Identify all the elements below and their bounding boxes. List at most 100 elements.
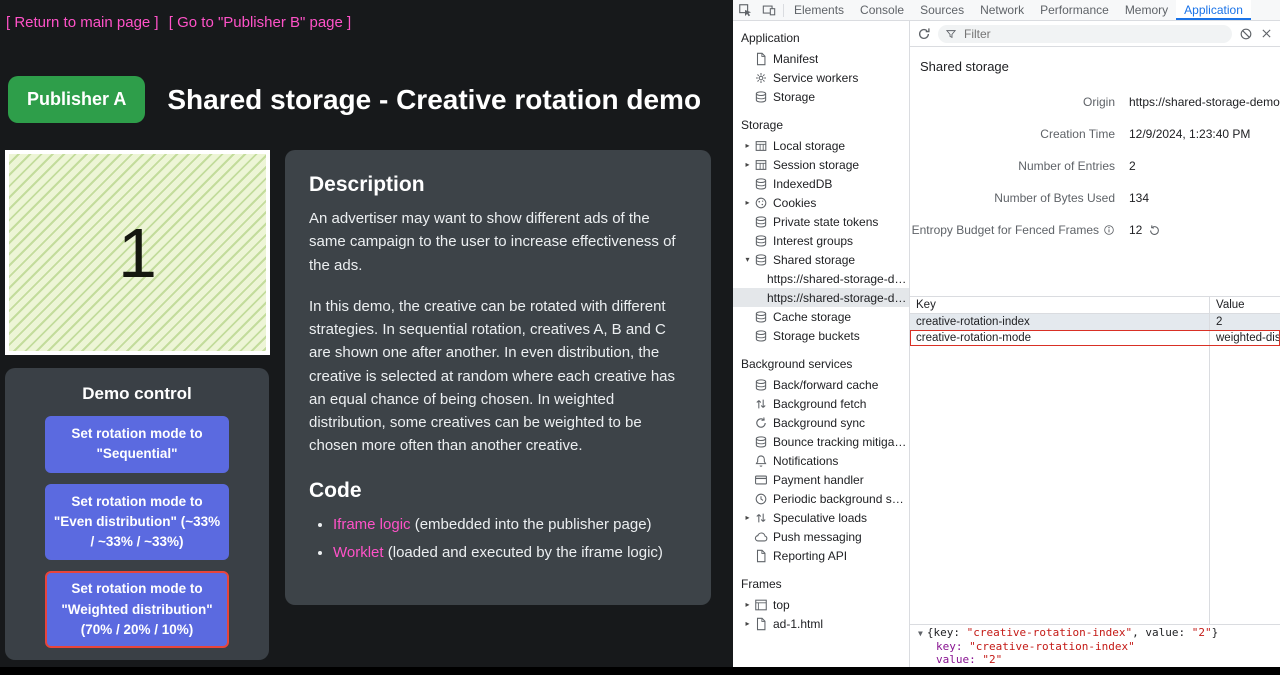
expand-arrow-icon: ▸ (741, 619, 754, 628)
page-title: Shared storage - Creative rotation demo (167, 84, 701, 116)
sidebar-item-notifications[interactable]: Notifications (733, 451, 909, 470)
code-list: Iframe logic (embedded into the publishe… (309, 513, 687, 565)
column-header-value[interactable]: Value (1210, 297, 1280, 313)
devtools-body: Application Manifest Service workers Sto… (733, 21, 1280, 667)
tab-elements[interactable]: Elements (786, 0, 852, 20)
metadata-row: Number of Entries 2 (910, 150, 1280, 182)
sidebar-item-shared-storage-origin-2[interactable]: https://shared-storage-d… (733, 288, 909, 307)
sidebar-item-periodic-background-sync[interactable]: Periodic background s… (733, 489, 909, 508)
section-frames: Frames ▸top ▸ad-1.html (733, 572, 909, 633)
tab-memory[interactable]: Memory (1117, 0, 1176, 20)
sidebar-item-indexeddb[interactable]: IndexedDB (733, 174, 909, 193)
storage-items-table: Key Value creative-rotation-index 2 crea… (910, 296, 1280, 624)
sidebar-item-background-sync[interactable]: Background sync (733, 413, 909, 432)
table-row[interactable]: creative-rotation-index 2 (910, 314, 1280, 330)
set-sequential-button[interactable]: Set rotation mode to "Sequential" (45, 416, 229, 473)
expand-triangle-icon[interactable]: ▼ (918, 629, 923, 638)
table-row[interactable]: creative-rotation-mode weighted-distribu… (910, 330, 1280, 346)
description-paragraph-2: In this demo, the creative can be rotate… (309, 295, 687, 458)
iframe-logic-link[interactable]: Iframe logic (333, 516, 411, 533)
up-down-arrows-icon (754, 511, 768, 525)
sidebar-item-local-storage[interactable]: ▸Local storage (733, 136, 909, 155)
bell-icon (754, 454, 768, 468)
sidebar-item-shared-storage[interactable]: ▾Shared storage (733, 250, 909, 269)
database-icon (754, 177, 768, 191)
sidebar-item-push-messaging[interactable]: Push messaging (733, 527, 909, 546)
sidebar-item-private-state-tokens[interactable]: Private state tokens (733, 212, 909, 231)
sidebar-item-reporting-api[interactable]: Reporting API (733, 546, 909, 565)
tab-network[interactable]: Network (972, 0, 1032, 20)
metadata-label: Number of Bytes Used (910, 191, 1115, 205)
demo-control-title: Demo control (5, 384, 269, 404)
sidebar-item-service-workers[interactable]: Service workers (733, 68, 909, 87)
section-title: Frames (733, 572, 909, 595)
sidebar-item-frame-ad1[interactable]: ▸ad-1.html (733, 614, 909, 633)
sidebar-item-frame-top[interactable]: ▸top (733, 595, 909, 614)
sidebar-item-storage[interactable]: Storage (733, 87, 909, 106)
entries-count-value: 2 (1129, 159, 1280, 173)
database-icon (754, 90, 768, 104)
tab-performance[interactable]: Performance (1032, 0, 1117, 20)
sidebar-item-shared-storage-origin-1[interactable]: https://shared-storage-d… (733, 269, 909, 288)
info-icon (1103, 224, 1115, 236)
page-header: Publisher A Shared storage - Creative ro… (8, 76, 701, 123)
screen: [ Return to main page ] [ Go to "Publish… (0, 0, 1280, 675)
entry-preview-pane: ▼{key: "creative-rotation-index", value:… (910, 624, 1280, 667)
sidebar-item-bounce-tracking[interactable]: Bounce tracking mitiga… (733, 432, 909, 451)
panel-content: Shared storage Origin https://shared-sto… (910, 47, 1280, 624)
sidebar-item-background-fetch[interactable]: Background fetch (733, 394, 909, 413)
inspect-element-icon[interactable] (733, 0, 757, 20)
tab-console[interactable]: Console (852, 0, 912, 20)
demo-control-panel: Demo control Set rotation mode to "Seque… (5, 368, 269, 660)
bytes-used-value: 134 (1129, 191, 1280, 205)
collapse-arrow-icon: ▾ (741, 255, 754, 264)
document-icon (754, 549, 768, 563)
set-weighted-distribution-button[interactable]: Set rotation mode to "Weighted distribut… (45, 571, 229, 648)
card-icon (754, 473, 768, 487)
expand-arrow-icon: ▸ (741, 198, 754, 207)
column-header-key[interactable]: Key (910, 297, 1210, 313)
device-toolbar-icon[interactable] (757, 0, 781, 20)
publisher-b-link[interactable]: [ Go to "Publisher B" page ] (169, 14, 351, 31)
clear-all-icon[interactable] (1239, 27, 1253, 41)
ad-creative-frame: 1 (5, 150, 270, 355)
creative-number: 1 (118, 213, 157, 293)
refresh-icon[interactable] (917, 27, 931, 41)
sidebar-item-interest-groups[interactable]: Interest groups (733, 231, 909, 250)
clock-icon (754, 492, 768, 506)
tab-application[interactable]: Application (1176, 0, 1251, 20)
worklet-link[interactable]: Worklet (333, 544, 384, 561)
sidebar-item-storage-buckets[interactable]: Storage buckets (733, 326, 909, 345)
expand-arrow-icon: ▸ (741, 160, 754, 169)
return-to-main-link[interactable]: [ Return to main page ] (6, 14, 159, 31)
description-heading: Description (309, 173, 687, 197)
panel-toolbar (910, 21, 1280, 47)
preview-value-line: value: "2" (918, 653, 1272, 666)
sidebar-item-back-forward-cache[interactable]: Back/forward cache (733, 375, 909, 394)
reset-budget-icon[interactable] (1148, 224, 1161, 237)
list-item: Worklet (loaded and executed by the ifra… (333, 541, 687, 564)
sidebar-item-session-storage[interactable]: ▸Session storage (733, 155, 909, 174)
close-icon[interactable] (1260, 27, 1273, 40)
filter-input[interactable] (962, 26, 1225, 42)
set-even-distribution-button[interactable]: Set rotation mode to "Even distribution"… (45, 484, 229, 561)
sidebar-item-payment-handler[interactable]: Payment handler (733, 470, 909, 489)
sidebar-item-cache-storage[interactable]: Cache storage (733, 307, 909, 326)
metadata-label: Number of Entries (910, 159, 1115, 173)
tab-sources[interactable]: Sources (912, 0, 972, 20)
application-sidebar: Application Manifest Service workers Sto… (733, 21, 910, 667)
devtools-tabbar: Elements Console Sources Network Perform… (733, 0, 1280, 21)
sidebar-item-cookies[interactable]: ▸Cookies (733, 193, 909, 212)
database-icon (754, 234, 768, 248)
database-icon (754, 329, 768, 343)
divider (783, 4, 784, 17)
metadata-row: Origin https://shared-storage-demo-co (910, 86, 1280, 118)
sidebar-item-manifest[interactable]: Manifest (733, 49, 909, 68)
cell-value: 2 (1210, 314, 1280, 330)
sidebar-item-speculative-loads[interactable]: ▸Speculative loads (733, 508, 909, 527)
funnel-icon (945, 28, 957, 40)
section-background-services: Background services Back/forward cache B… (733, 352, 909, 565)
publisher-a-badge[interactable]: Publisher A (8, 76, 145, 123)
panel-title: Shared storage (910, 47, 1280, 82)
database-icon (754, 253, 768, 267)
